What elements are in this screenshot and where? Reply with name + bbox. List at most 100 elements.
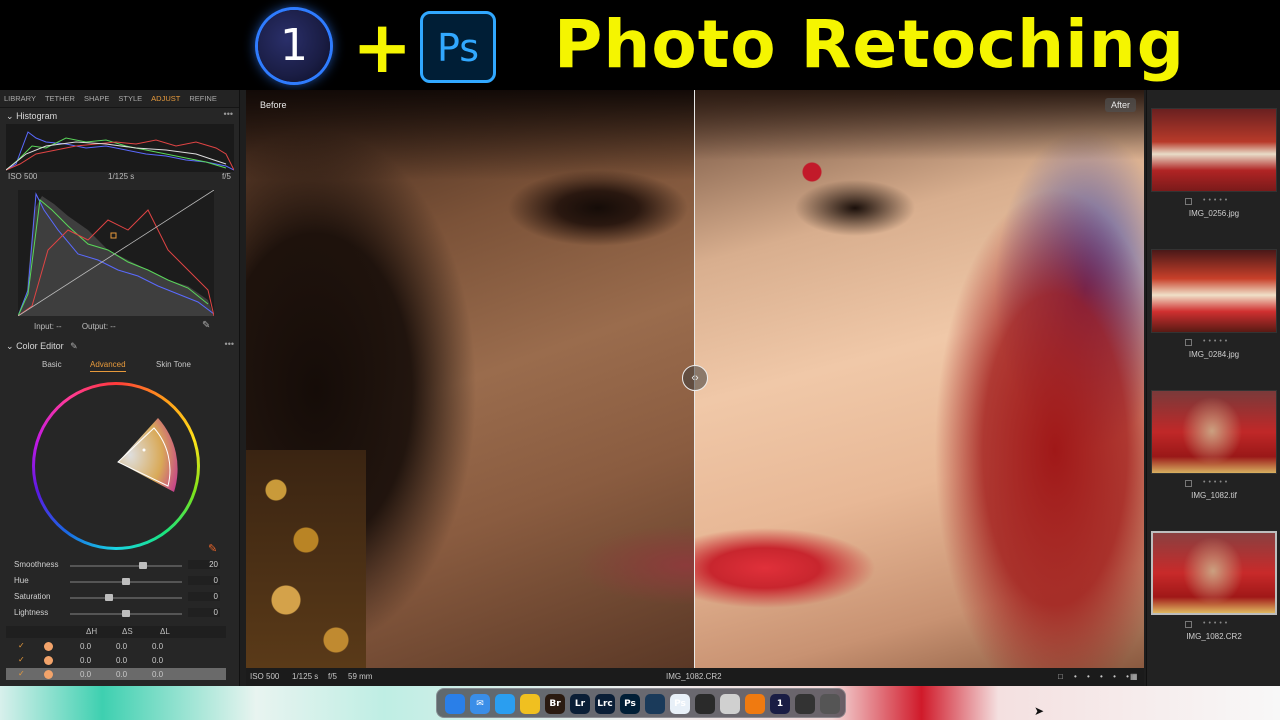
histogram-aperture: f/5 xyxy=(222,172,231,181)
brush-icon[interactable]: ✎ xyxy=(208,542,217,555)
row-dl: 0.0 xyxy=(152,670,164,679)
histogram-menu-icon[interactable]: ••• xyxy=(224,109,233,119)
curves-graph[interactable] xyxy=(18,190,214,316)
filmstrip-browser: ••••• IMG_0256.jpg ••••• IMG_0284.jpg ••… xyxy=(1146,90,1280,686)
color-picker-icon[interactable]: ✎ xyxy=(70,341,78,351)
dock-app-icon[interactable] xyxy=(745,694,765,714)
smoothness-slider[interactable]: Smoothness 20 xyxy=(0,560,232,574)
tab-adjust[interactable]: ADJUST xyxy=(151,90,184,107)
dock-app-icon[interactable] xyxy=(520,694,540,714)
row-dl: 0.0 xyxy=(152,656,164,665)
tab-advanced[interactable]: Advanced xyxy=(90,360,126,372)
image-viewer[interactable]: ‹› Before After xyxy=(246,90,1144,668)
curves-output-value: -- xyxy=(110,322,116,331)
smoothness-label: Smoothness xyxy=(14,560,59,569)
capture-one-logo: 1 xyxy=(258,10,330,82)
table-row-selected[interactable]: ✓ 0.0 0.0 0.0 xyxy=(6,668,226,680)
row-checkbox[interactable]: ✓ xyxy=(18,670,26,678)
color-swatch[interactable] xyxy=(44,642,53,651)
histogram-header[interactable]: ⌄ Histogram ••• xyxy=(0,108,239,124)
tab-library[interactable]: LIBRARY xyxy=(4,90,40,107)
status-checkbox-icon[interactable]: □ xyxy=(1058,672,1063,681)
color-editor-menu-icon[interactable]: ••• xyxy=(225,339,234,349)
thumbnail-img-1082-tif[interactable] xyxy=(1151,390,1277,474)
color-wheel[interactable] xyxy=(32,382,200,550)
hue-knob[interactable] xyxy=(122,578,130,585)
saturation-slider[interactable]: Saturation 0 xyxy=(0,592,232,606)
rating-dots[interactable]: ••••• xyxy=(1203,479,1230,486)
dock-app-icon[interactable]: Ps xyxy=(670,694,690,714)
select-checkbox[interactable] xyxy=(1185,480,1192,487)
tab-basic[interactable]: Basic xyxy=(42,360,62,369)
select-checkbox[interactable] xyxy=(1185,339,1192,346)
dock-app-icon[interactable]: ✉ xyxy=(470,694,490,714)
dock-app-icon[interactable] xyxy=(795,694,815,714)
dock-app-icon[interactable]: 1 xyxy=(770,694,790,714)
dock-app-icon[interactable] xyxy=(645,694,665,714)
collapse-chevron-icon[interactable]: ⌄ xyxy=(6,341,14,351)
dock-app-icon[interactable] xyxy=(495,694,515,714)
curve-picker-icon[interactable]: ✎ xyxy=(202,320,210,331)
saturation-knob[interactable] xyxy=(105,594,114,601)
dock-app-icon[interactable]: Lrc xyxy=(595,694,615,714)
smoothness-track[interactable] xyxy=(70,565,182,567)
saturation-track[interactable] xyxy=(70,597,182,599)
smoothness-value[interactable]: 20 xyxy=(188,560,220,569)
collapse-chevron-icon[interactable]: ⌄ xyxy=(6,111,14,121)
color-editor-header[interactable]: ⌄ Color Editor ✎ ••• xyxy=(0,338,240,354)
color-selection-wedge[interactable] xyxy=(32,382,200,550)
dock-app-icon[interactable] xyxy=(695,694,715,714)
select-checkbox[interactable] xyxy=(1185,198,1192,205)
rating-dots[interactable]: ••••• xyxy=(1203,197,1230,204)
lightness-slider[interactable]: Lightness 0 xyxy=(0,608,232,622)
tab-refine[interactable]: REFINE xyxy=(189,90,221,107)
lightness-value[interactable]: 0 xyxy=(188,608,220,617)
dock-app-icon[interactable] xyxy=(445,694,465,714)
row-checkbox[interactable]: ✓ xyxy=(18,642,26,650)
histogram-luma-curve xyxy=(6,141,227,171)
thumbnail-img-0256[interactable] xyxy=(1151,108,1277,192)
hue-slider[interactable]: Hue 0 xyxy=(0,576,232,590)
plus-sign: + xyxy=(352,5,413,89)
select-checkbox[interactable] xyxy=(1185,621,1192,628)
thumbnail-img-0284[interactable] xyxy=(1151,249,1277,333)
color-swatch[interactable] xyxy=(44,670,53,679)
tab-skin-tone[interactable]: Skin Tone xyxy=(156,360,191,369)
tab-style[interactable]: STYLE xyxy=(118,90,146,107)
row-ds: 0.0 xyxy=(116,642,128,651)
table-row[interactable]: ✓ 0.0 0.0 0.0 xyxy=(6,640,226,652)
curves-readout: Input: -- Output: -- xyxy=(34,322,116,331)
smoothness-knob[interactable] xyxy=(138,562,147,569)
saturation-value[interactable]: 0 xyxy=(188,592,220,601)
histogram-blue-curve xyxy=(6,131,234,171)
tab-shape[interactable]: SHAPE xyxy=(84,90,113,107)
thumbnail-meta: ••••• xyxy=(1151,338,1277,348)
color-table-header: ΔH ΔS ΔL xyxy=(6,626,226,638)
thumbnail-img-1082-cr2-selected[interactable] xyxy=(1151,531,1277,615)
saturation-label: Saturation xyxy=(14,592,51,601)
color-swatch[interactable] xyxy=(44,656,53,665)
dock-app-icon[interactable]: Lr xyxy=(570,694,590,714)
hue-value[interactable]: 0 xyxy=(188,576,220,585)
row-checkbox[interactable]: ✓ xyxy=(18,656,26,664)
before-label: Before xyxy=(260,100,287,110)
status-aperture: f/5 xyxy=(328,672,337,681)
dock-app-icon[interactable] xyxy=(720,694,740,714)
dock-app-icon[interactable]: Br xyxy=(545,694,565,714)
table-row[interactable]: ✓ 0.0 0.0 0.0 xyxy=(6,654,226,666)
tab-tether[interactable]: TETHER xyxy=(45,90,79,107)
color-wedge-point xyxy=(142,448,146,452)
dock-app-icon[interactable]: Ps xyxy=(620,694,640,714)
lightness-knob[interactable] xyxy=(122,610,130,617)
status-iso: ISO 500 xyxy=(250,672,280,681)
row-dh: 0.0 xyxy=(80,642,92,651)
dock-app-icon[interactable] xyxy=(820,694,840,714)
split-handle-icon[interactable]: ‹› xyxy=(682,365,708,391)
status-rating-dots[interactable]: • • • • • xyxy=(1074,672,1133,681)
thumbnail-meta: ••••• xyxy=(1151,479,1277,489)
thumbnail-meta: ••••• xyxy=(1151,620,1277,630)
status-grid-icon[interactable]: ▦ xyxy=(1130,672,1138,681)
row-dh: 0.0 xyxy=(80,656,92,665)
rating-dots[interactable]: ••••• xyxy=(1203,338,1230,345)
rating-dots[interactable]: ••••• xyxy=(1203,620,1230,627)
